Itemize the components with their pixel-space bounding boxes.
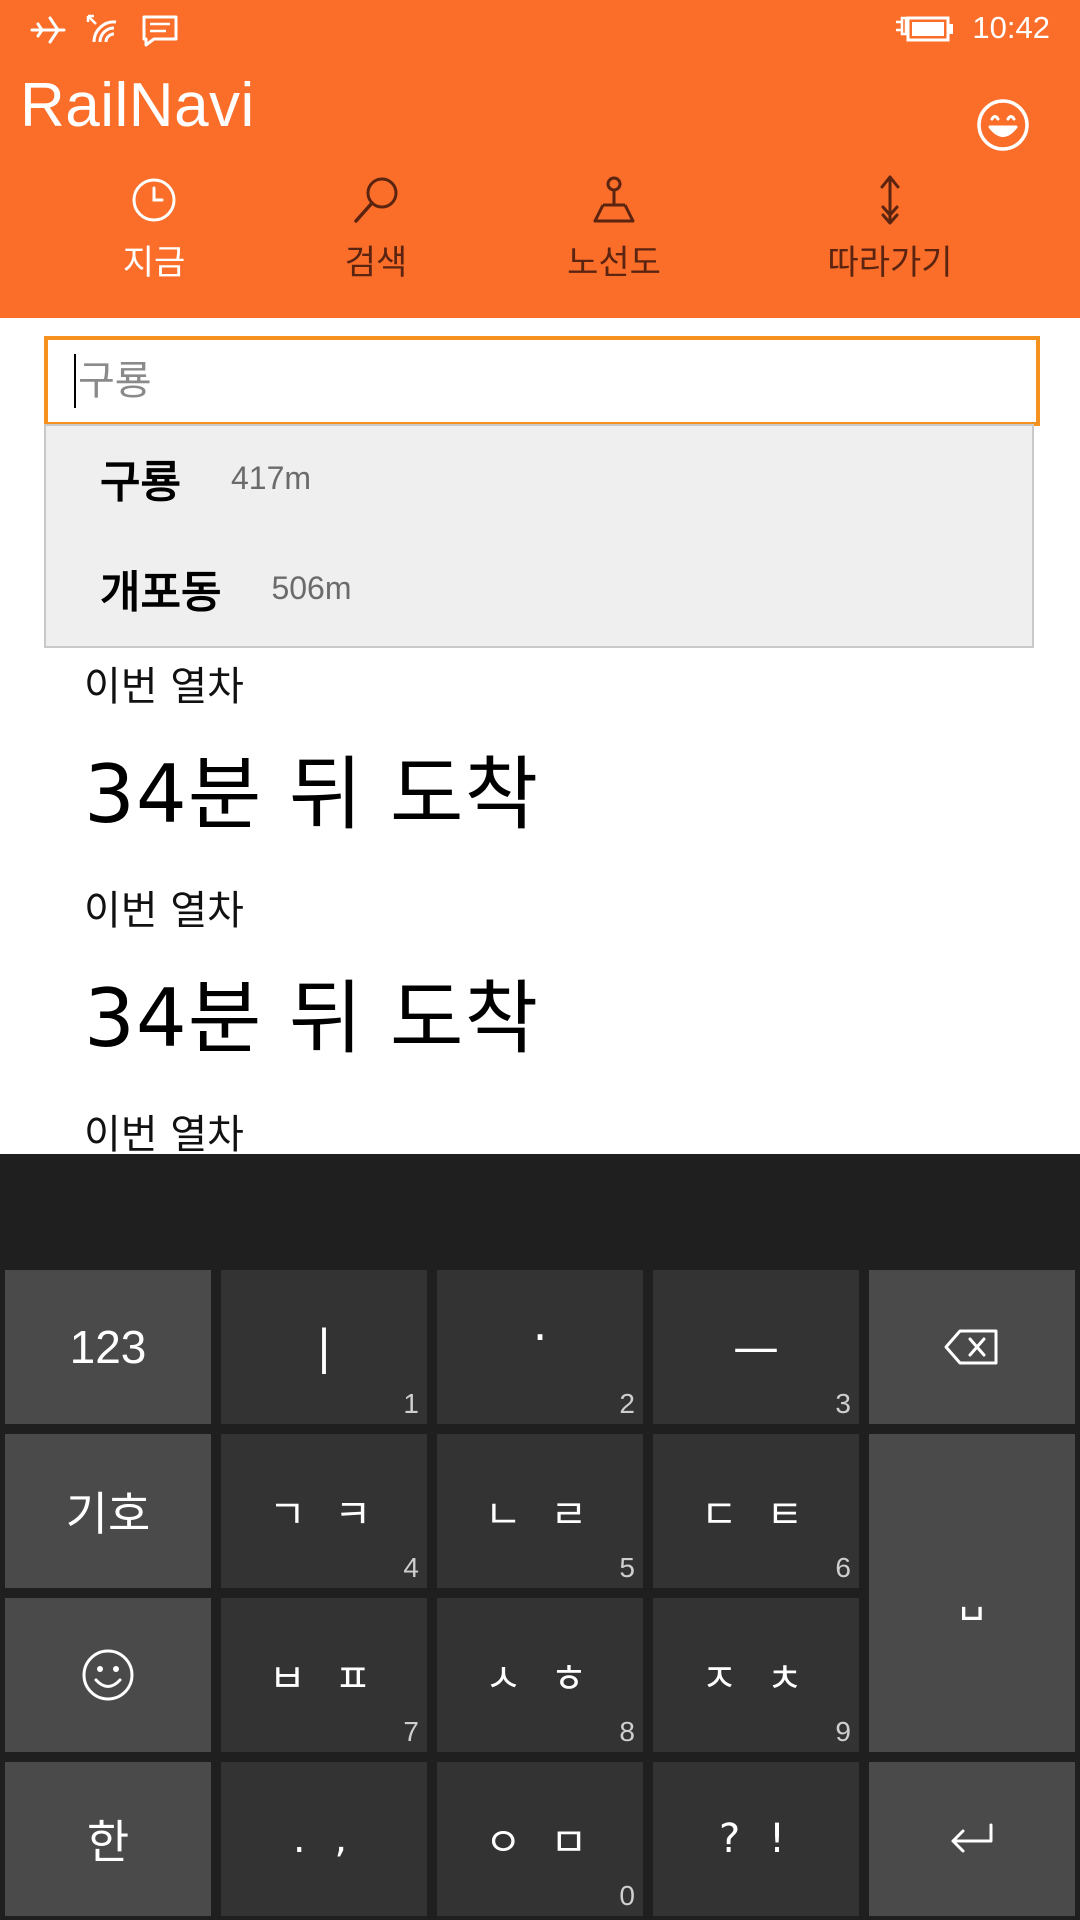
key-label: ㅂ ㅍ (268, 1656, 380, 1702)
battery-charging-icon (896, 16, 953, 42)
key-question-exclaim[interactable]: ? ! (653, 1762, 859, 1916)
key-4[interactable]: ㄱ ㅋ 4 (221, 1434, 427, 1588)
key-5[interactable]: ㄴ ㄹ 5 (437, 1434, 643, 1588)
key-2[interactable]: · 2 (437, 1270, 643, 1424)
key-label: ㄴ ㄹ (484, 1492, 596, 1538)
key-number: 3 (835, 1388, 851, 1419)
key-number: 7 (403, 1716, 419, 1747)
key-label: ? ! (719, 1816, 793, 1862)
key-number: 6 (835, 1552, 851, 1583)
main-nav: 지금 검색 노선도 따라가기 (0, 175, 1080, 295)
on-screen-keyboard: 123 | 1 · 2 — 3 기호 ㄱ ㅋ 4 ㄴ ㄹ 5 ㄷ ㅌ 6 ␣ ㅂ… (0, 1154, 1080, 1920)
key-0[interactable]: ㅇ ㅁ 0 (437, 1762, 643, 1916)
message-icon (142, 15, 178, 47)
arrival-card: 이번 열차 34분 뒤 도착 (84, 878, 539, 1070)
numbers-key-label: 123 (69, 1321, 147, 1373)
key-label: ㅅ ㅎ (484, 1656, 596, 1702)
space-key-label: ␣ (959, 1575, 985, 1621)
suggestion-item[interactable]: 구룡 417m (100, 428, 311, 528)
nav-tab-route-map[interactable]: 노선도 (504, 175, 724, 295)
numbers-key[interactable]: 123 (5, 1270, 211, 1424)
key-number: 5 (619, 1552, 635, 1583)
nav-tab-route-map-label: 노선도 (567, 243, 661, 283)
nav-tab-now-label: 지금 (122, 243, 186, 283)
arrival-label: 이번 열차 (84, 664, 244, 710)
space-key[interactable]: ␣ (869, 1434, 1075, 1752)
follow-arrow-icon (880, 175, 900, 225)
nav-tab-follow-label: 따라가기 (827, 243, 953, 283)
nav-tab-now[interactable]: 지금 (44, 175, 264, 295)
key-label: · (532, 1310, 548, 1364)
app-title: RailNavi (20, 71, 255, 140)
map-pin-icon (593, 176, 635, 223)
backspace-key[interactable] (869, 1270, 1075, 1424)
airplane-icon (30, 16, 66, 44)
key-number: 9 (835, 1716, 851, 1747)
backspace-icon (944, 1329, 998, 1365)
key-label: ㄱ ㅋ (268, 1492, 380, 1538)
suggestion-name: 구룡 (100, 457, 181, 508)
key-label: ㄷ ㅌ (700, 1492, 812, 1538)
key-label: | (316, 1320, 332, 1374)
station-search-box[interactable] (44, 336, 1040, 426)
station-search-input[interactable] (78, 340, 1018, 422)
status-bar: 10:42 (0, 0, 1080, 60)
symbols-key-label: 기호 (65, 1487, 151, 1541)
enter-key[interactable] (869, 1762, 1075, 1916)
app-header: 10:42 RailNavi 지금 검색 노선도 따라가기 (0, 0, 1080, 318)
arrival-time: 34분 뒤 도착 (84, 748, 540, 841)
key-label: ㅇ ㅁ (484, 1820, 596, 1866)
arrival-card: 이번 열차 34분 뒤 도착 (84, 654, 539, 846)
key-number: 2 (619, 1388, 635, 1419)
key-number: 1 (403, 1388, 419, 1419)
search-icon (354, 177, 398, 223)
key-number: 4 (403, 1552, 419, 1583)
smiley-emoji-icon (82, 1649, 134, 1701)
status-time: 10:42 (972, 10, 1050, 45)
nav-tab-search-label: 검색 (344, 243, 408, 283)
key-label: ㅈ ㅊ (700, 1656, 812, 1702)
suggestion-item[interactable]: 개포동 506m (100, 538, 352, 638)
key-3[interactable]: — 3 (653, 1270, 859, 1424)
arrival-label: 이번 열차 (84, 888, 244, 934)
suggestion-list: 구룡 417m 개포동 506m (44, 424, 1034, 648)
key-punctuation[interactable]: . , (221, 1762, 427, 1916)
suggestion-name: 개포동 (100, 567, 222, 618)
clock-icon (132, 178, 176, 222)
key-number: 0 (619, 1880, 635, 1911)
arrival-label: 이번 열차 (84, 1112, 244, 1158)
language-key[interactable]: 한 (5, 1762, 211, 1916)
symbols-key[interactable]: 기호 (5, 1434, 211, 1588)
language-key-label: 한 (86, 1815, 130, 1869)
smiley-profile-icon[interactable] (976, 98, 1030, 152)
key-1[interactable]: | 1 (221, 1270, 427, 1424)
arrival-time: 34분 뒤 도착 (84, 972, 540, 1065)
key-7[interactable]: ㅂ ㅍ 7 (221, 1598, 427, 1752)
nav-tab-search[interactable]: 검색 (266, 175, 486, 295)
key-6[interactable]: ㄷ ㅌ 6 (653, 1434, 859, 1588)
arrival-card: 이번 열차 (84, 1102, 244, 1160)
emoji-key[interactable] (5, 1598, 211, 1752)
text-cursor (74, 354, 76, 408)
suggestion-distance: 506m (271, 569, 352, 606)
suggestion-distance: 417m (230, 459, 312, 496)
key-number: 8 (619, 1716, 635, 1747)
nav-tab-follow[interactable]: 따라가기 (780, 175, 1000, 295)
key-label: — (733, 1320, 779, 1374)
wifi-icon (86, 14, 117, 43)
key-8[interactable]: ㅅ ㅎ 8 (437, 1598, 643, 1752)
key-9[interactable]: ㅈ ㅊ 9 (653, 1598, 859, 1752)
key-label: . , (292, 1816, 356, 1862)
enter-icon (951, 1823, 993, 1853)
